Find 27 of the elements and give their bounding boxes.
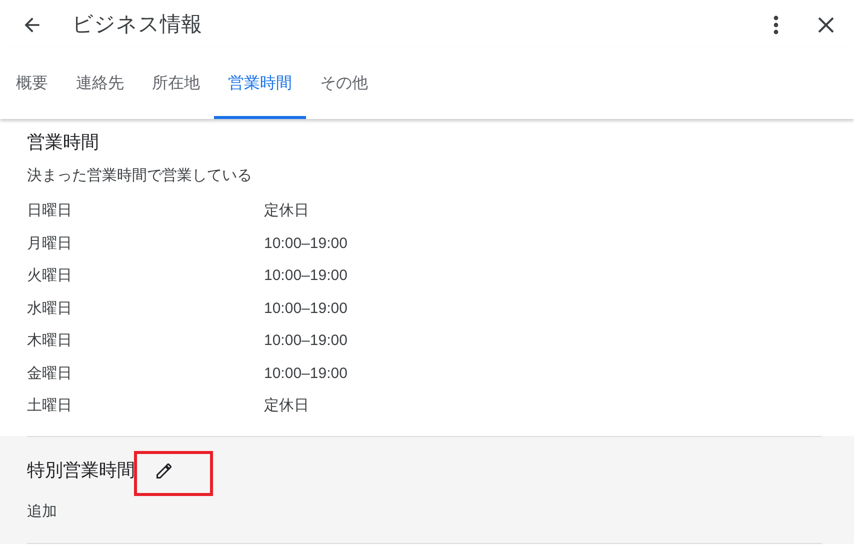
pencil-icon (155, 462, 173, 480)
hours-value: 10:00–19:00 (264, 331, 348, 351)
window-title: ビジネス情報 (72, 12, 202, 38)
hours-value: 定休日 (264, 201, 309, 221)
tab[interactable]: 連絡先 (62, 48, 138, 119)
day-label: 水曜日 (27, 298, 73, 318)
section-title: 特別営業時間 (27, 459, 135, 482)
day-label: 月曜日 (27, 234, 73, 254)
close-icon (817, 16, 835, 34)
hours-status: 決まった営業時間で営業している (27, 166, 253, 186)
day-label: 土曜日 (27, 396, 73, 416)
add-link[interactable]: 追加 (27, 500, 57, 523)
tab[interactable]: 概要 (2, 48, 62, 119)
hours-value: 10:00–19:00 (264, 298, 348, 318)
tab[interactable]: 営業時間 (214, 48, 306, 119)
section-title: 営業時間 (27, 131, 100, 154)
hours-value: 10:00–19:00 (264, 266, 348, 286)
more-options-icon (773, 15, 779, 35)
day-label: 木曜日 (27, 331, 73, 351)
tab[interactable]: 所在地 (138, 48, 214, 119)
day-label: 火曜日 (27, 266, 73, 286)
day-label: 日曜日 (27, 201, 73, 221)
day-label: 金曜日 (27, 364, 73, 384)
hours-value: 10:00–19:00 (264, 364, 348, 384)
hours-value: 10:00–19:00 (264, 234, 348, 254)
hours-value: 定休日 (264, 396, 309, 416)
tab[interactable]: その他 (306, 48, 382, 119)
